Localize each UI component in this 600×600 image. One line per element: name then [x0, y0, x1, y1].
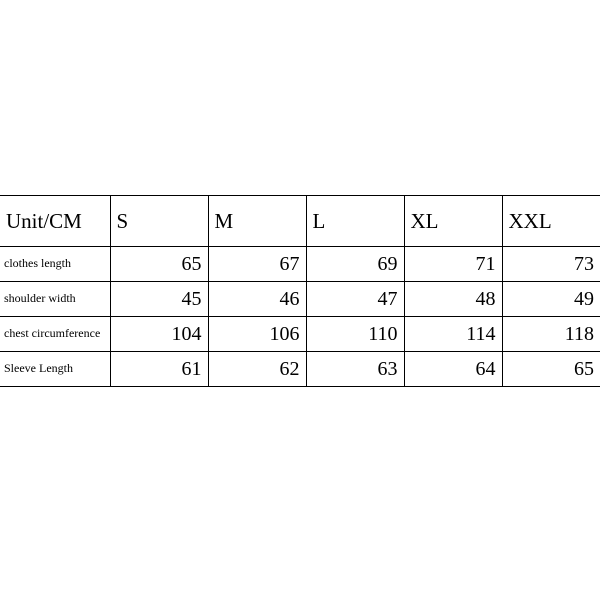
row-label: clothes length	[0, 247, 110, 282]
size-header: M	[208, 196, 306, 247]
cell-value: 69	[306, 247, 404, 282]
cell-value: 48	[404, 282, 502, 317]
cell-value: 63	[306, 352, 404, 387]
cell-value: 47	[306, 282, 404, 317]
cell-value: 46	[208, 282, 306, 317]
unit-header: Unit/CM	[0, 196, 110, 247]
row-label: chest circumference	[0, 317, 110, 352]
cell-value: 104	[110, 317, 208, 352]
cell-value: 110	[306, 317, 404, 352]
size-chart-table: Unit/CM S M L XL XXL clothes length 65 6…	[0, 195, 600, 387]
cell-value: 118	[502, 317, 600, 352]
cell-value: 71	[404, 247, 502, 282]
cell-value: 61	[110, 352, 208, 387]
cell-value: 73	[502, 247, 600, 282]
cell-value: 67	[208, 247, 306, 282]
cell-value: 49	[502, 282, 600, 317]
cell-value: 64	[404, 352, 502, 387]
table-row: shoulder width 45 46 47 48 49	[0, 282, 600, 317]
row-label: Sleeve Length	[0, 352, 110, 387]
size-header: XL	[404, 196, 502, 247]
cell-value: 65	[502, 352, 600, 387]
table-row: chest circumference 104 106 110 114 118	[0, 317, 600, 352]
cell-value: 106	[208, 317, 306, 352]
cell-value: 45	[110, 282, 208, 317]
cell-value: 114	[404, 317, 502, 352]
table-row: Sleeve Length 61 62 63 64 65	[0, 352, 600, 387]
size-header: XXL	[502, 196, 600, 247]
size-header: L	[306, 196, 404, 247]
table-row: clothes length 65 67 69 71 73	[0, 247, 600, 282]
cell-value: 65	[110, 247, 208, 282]
cell-value: 62	[208, 352, 306, 387]
row-label: shoulder width	[0, 282, 110, 317]
table-header-row: Unit/CM S M L XL XXL	[0, 196, 600, 247]
size-header: S	[110, 196, 208, 247]
